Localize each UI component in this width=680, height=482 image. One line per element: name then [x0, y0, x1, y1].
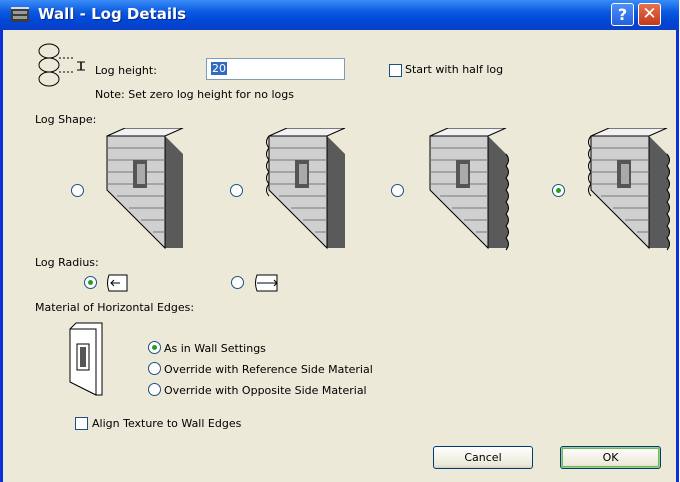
- edges-option-label-2[interactable]: Override with Reference Side Material: [164, 363, 373, 376]
- cancel-button[interactable]: Cancel: [433, 446, 533, 469]
- log-height-icon: [38, 43, 85, 87]
- log-height-note: Note: Set zero log height for no logs: [95, 88, 294, 101]
- log-shape-flat-icon: [106, 128, 184, 250]
- log-height-label: Log height:: [95, 64, 157, 77]
- align-texture-label[interactable]: Align Texture to Wall Edges: [92, 417, 241, 430]
- log-radius-radio-2[interactable]: [231, 276, 244, 289]
- window-title: Wall - Log Details: [38, 5, 187, 23]
- log-radius-radio-1[interactable]: [84, 276, 97, 289]
- log-shape-rounded-in-icon: [429, 128, 509, 251]
- radius-measure-icon-1: [107, 274, 128, 292]
- edges-option-radio-3[interactable]: [148, 383, 161, 396]
- edges-option-radio-1[interactable]: [148, 341, 161, 354]
- log-height-value: 20: [211, 62, 227, 75]
- edges-label: Material of Horizontal Edges:: [35, 301, 195, 314]
- ok-button[interactable]: OK: [560, 446, 661, 469]
- log-shape-radio-2[interactable]: [230, 184, 243, 197]
- edges-option-label-3[interactable]: Override with Opposite Side Material: [164, 384, 367, 397]
- log-shape-radio-3[interactable]: [391, 184, 404, 197]
- log-radius-label: Log Radius:: [35, 256, 99, 269]
- log-details-dialog: Wall - Log Details ? ✕ Log height: 20 St…: [0, 0, 679, 482]
- edges-option-radio-2[interactable]: [148, 362, 161, 375]
- help-button[interactable]: ?: [611, 3, 634, 26]
- close-button[interactable]: ✕: [638, 3, 661, 26]
- log-shape-rounded-out-icon: [266, 128, 346, 250]
- half-log-checkbox[interactable]: [389, 64, 402, 77]
- edges-option-label-1[interactable]: As in Wall Settings: [164, 342, 266, 355]
- log-shape-rounded-both-icon: [588, 128, 670, 251]
- wall-app-icon: [11, 7, 29, 22]
- wall-edge-icon: [69, 322, 103, 396]
- question-icon: ?: [617, 5, 628, 24]
- half-log-label[interactable]: Start with half log: [405, 63, 503, 76]
- align-texture-checkbox[interactable]: [75, 417, 88, 430]
- close-icon: ✕: [642, 4, 657, 24]
- log-shape-label: Log Shape:: [35, 113, 97, 126]
- log-shape-radio-4[interactable]: [552, 184, 565, 197]
- radius-measure-icon-2: [255, 274, 278, 292]
- title-bar[interactable]: Wall - Log Details ? ✕: [0, 0, 679, 30]
- log-shape-radio-1[interactable]: [71, 184, 84, 197]
- log-height-input[interactable]: 20: [206, 58, 345, 80]
